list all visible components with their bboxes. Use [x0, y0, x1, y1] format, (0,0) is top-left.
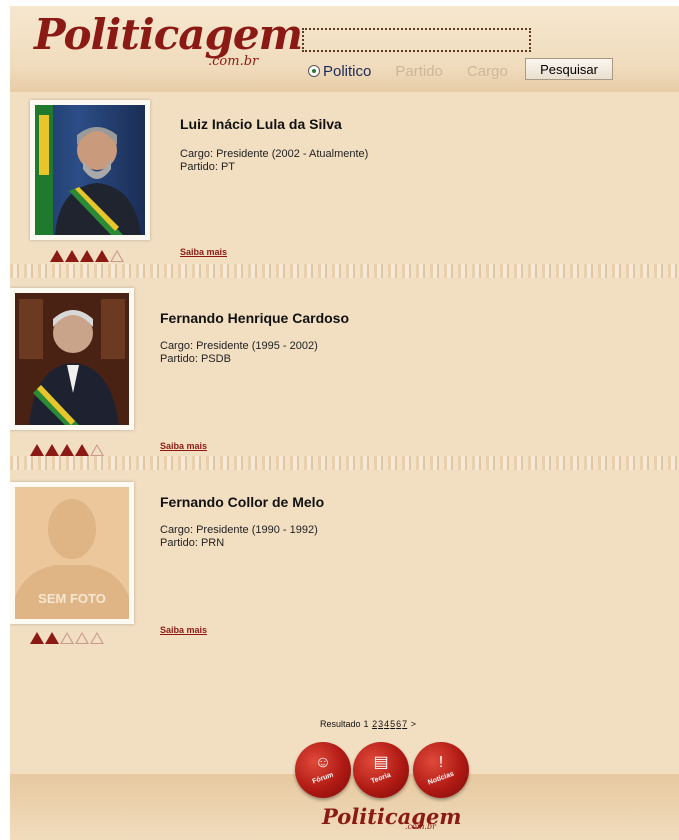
- politician-name[interactable]: Fernando Collor de Melo: [160, 494, 324, 510]
- search-input[interactable]: [302, 28, 531, 52]
- pagination-label: Resultado: [320, 719, 361, 729]
- paper-tear-divider: [10, 264, 679, 278]
- footer-logo[interactable]: Politicagem: [322, 804, 462, 829]
- forum-seal-button[interactable]: ☺ Fórum: [295, 742, 351, 798]
- rating-filled-icon[interactable]: [45, 632, 59, 644]
- politician-cargo: Cargo: Presidente (1995 - 2002): [160, 340, 318, 352]
- politician-photo-frame[interactable]: [10, 288, 134, 430]
- logo-text: Politicagem: [34, 10, 303, 59]
- rating-filled-icon[interactable]: [65, 250, 79, 262]
- footer-logo-sub: .com.br: [405, 822, 436, 831]
- saiba-mais-link[interactable]: Saiba mais: [160, 441, 207, 451]
- rating-stars[interactable]: [30, 444, 104, 456]
- rating-empty-icon[interactable]: [90, 444, 104, 456]
- saiba-mais-link[interactable]: Saiba mais: [160, 625, 207, 635]
- politician-cargo: Cargo: Presidente (2002 - Atualmente): [180, 148, 369, 160]
- result-card: SEM FOTO Fernando Collor de Melo Cargo: …: [10, 470, 679, 670]
- radio-label-partido[interactable]: Partido: [395, 63, 443, 80]
- saiba-mais-link[interactable]: Saiba mais: [180, 247, 227, 257]
- politician-name[interactable]: Fernando Henrique Cardoso: [160, 310, 349, 326]
- radio-politico[interactable]: [308, 65, 320, 77]
- rating-stars[interactable]: [50, 250, 124, 262]
- search-type-radios: Politico Partido Cargo: [308, 60, 532, 82]
- page-link[interactable]: 5: [390, 719, 395, 729]
- politician-photo-placeholder: SEM FOTO: [15, 487, 129, 619]
- photo-lula: [35, 105, 141, 235]
- page-link[interactable]: 4: [384, 719, 389, 729]
- document-icon: ▤: [373, 754, 389, 771]
- teoria-seal-button[interactable]: ▤ Teoria: [353, 742, 409, 798]
- rating-filled-icon[interactable]: [75, 444, 89, 456]
- rating-stars[interactable]: [30, 632, 104, 644]
- page-link[interactable]: 7: [402, 719, 407, 729]
- header: Politicagem .com.br Politico Partido Car…: [10, 6, 679, 92]
- page-link[interactable]: 6: [396, 719, 401, 729]
- page: Politicagem .com.br Politico Partido Car…: [10, 6, 679, 840]
- page-link[interactable]: 2: [372, 719, 377, 729]
- politician-partido: Partido: PRN: [160, 537, 225, 549]
- paper-tear-divider: [10, 456, 679, 470]
- page-link[interactable]: 3: [378, 719, 383, 729]
- rating-empty-icon[interactable]: [110, 250, 124, 262]
- rating-filled-icon[interactable]: [60, 444, 74, 456]
- radio-label-cargo[interactable]: Cargo: [467, 63, 508, 80]
- noticias-seal-button[interactable]: ! Notícias: [413, 742, 469, 798]
- rating-empty-icon[interactable]: [90, 632, 104, 644]
- pagination: Resultado 1 234567 >: [320, 719, 416, 729]
- radio-label-politico[interactable]: Politico: [323, 63, 371, 80]
- rating-filled-icon[interactable]: [80, 250, 94, 262]
- page-link: 1: [363, 719, 369, 729]
- search-button[interactable]: Pesquisar: [525, 58, 613, 80]
- rating-filled-icon[interactable]: [95, 250, 109, 262]
- people-icon: ☺: [314, 754, 332, 771]
- rating-filled-icon[interactable]: [30, 444, 44, 456]
- rating-filled-icon[interactable]: [45, 444, 59, 456]
- politician-photo: [35, 105, 145, 235]
- politician-photo-frame[interactable]: [30, 100, 150, 240]
- photo-fhc: [15, 293, 129, 425]
- rating-empty-icon[interactable]: [75, 632, 89, 644]
- politician-partido: Partido: PT: [180, 161, 236, 173]
- site-logo[interactable]: Politicagem .com.br: [32, 10, 303, 80]
- politician-photo-frame[interactable]: SEM FOTO: [10, 482, 134, 624]
- result-card: Luiz Inácio Lula da Silva Cargo: Preside…: [10, 92, 679, 268]
- logo-sub: .com.br: [208, 54, 259, 69]
- politician-cargo: Cargo: Presidente (1990 - 1992): [160, 524, 318, 536]
- sem-foto-label: SEM FOTO: [38, 591, 106, 606]
- exclamation-icon: !: [438, 754, 444, 771]
- rating-filled-icon[interactable]: [30, 632, 44, 644]
- politician-photo: [15, 293, 129, 425]
- result-card: Fernando Henrique Cardoso Cargo: Preside…: [10, 278, 679, 458]
- politician-name[interactable]: Luiz Inácio Lula da Silva: [180, 116, 342, 132]
- next-page-link[interactable]: >: [411, 719, 416, 729]
- rating-empty-icon[interactable]: [60, 632, 74, 644]
- rating-filled-icon[interactable]: [50, 250, 64, 262]
- politician-partido: Partido: PSDB: [160, 353, 231, 365]
